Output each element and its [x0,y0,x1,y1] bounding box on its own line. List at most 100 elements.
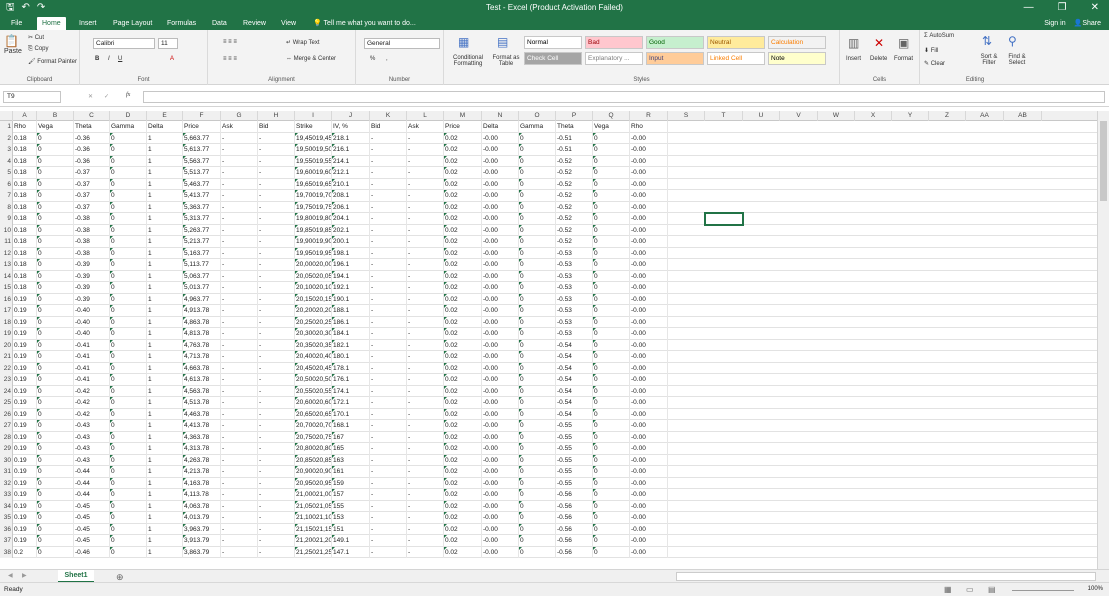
cell[interactable]: -0.00 [630,190,668,202]
cell[interactable]: -0.55 [556,454,593,466]
cell[interactable]: - [407,408,444,420]
cell[interactable]: 1 [147,500,183,512]
cell[interactable]: - [221,144,258,156]
cell[interactable]: - [370,489,407,501]
cell[interactable]: 0 [519,523,556,535]
cell[interactable]: 0 [593,201,630,213]
cell[interactable]: -0.53 [556,282,593,294]
cell[interactable]: 0 [593,512,630,524]
cell[interactable]: 157 [332,489,370,501]
cell[interactable]: Bid [370,121,407,133]
cell[interactable]: -0.52 [556,224,593,236]
cell[interactable]: -0.43 [74,443,110,455]
cell[interactable]: 172.1 [332,397,370,409]
cell[interactable]: 0.18 [13,282,37,294]
wrap-text-button[interactable]: ↵ Wrap Text [286,39,320,46]
cell[interactable]: - [407,305,444,317]
cell[interactable]: 194.1 [332,270,370,282]
column-header[interactable]: R [630,111,668,121]
cell[interactable]: - [407,339,444,351]
cell[interactable]: - [407,443,444,455]
cell[interactable]: 20,00020,000 [295,259,332,271]
cell[interactable]: -0.45 [74,512,110,524]
cell[interactable]: 20,30020,300 [295,328,332,340]
cell[interactable]: 0 [593,489,630,501]
cell[interactable]: 5,663.77 [183,132,221,144]
cell[interactable]: - [370,523,407,535]
cell[interactable]: -0.55 [556,443,593,455]
cell[interactable]: 1 [147,167,183,179]
cell[interactable]: - [407,132,444,144]
cell[interactable]: 0 [110,316,147,328]
cell[interactable]: 0 [110,477,147,489]
cell[interactable]: -0.00 [482,236,519,248]
cell[interactable]: 0 [593,305,630,317]
cell[interactable]: -0.00 [482,546,519,558]
cell[interactable]: 5,063.77 [183,270,221,282]
cell[interactable]: - [258,443,295,455]
cell[interactable]: -0.38 [74,224,110,236]
align-left-icon[interactable]: ≡ ≡ ≡ [223,56,237,62]
row-header[interactable]: 13 [0,259,13,271]
cell[interactable]: -0.52 [556,167,593,179]
cell[interactable]: 0.19 [13,293,37,305]
cell[interactable]: 19,80019,800 [295,213,332,225]
find-select-button[interactable]: Find & Select [1004,54,1030,66]
cell[interactable]: 0 [593,224,630,236]
cell[interactable]: 1 [147,420,183,432]
cell[interactable]: - [370,293,407,305]
tab-file[interactable]: File [6,17,27,30]
column-header[interactable]: A [13,111,37,121]
cell[interactable]: -0.56 [556,500,593,512]
cell[interactable]: -0.44 [74,466,110,478]
cell[interactable]: 20,10020,100 [295,282,332,294]
cell[interactable]: 20,15020,150 [295,293,332,305]
column-header[interactable]: F [183,111,221,121]
cell[interactable]: 1 [147,155,183,167]
cell[interactable]: - [258,178,295,190]
cell[interactable]: -0.00 [630,259,668,271]
cell[interactable]: 0.02 [444,420,482,432]
cell[interactable]: 5,163.77 [183,247,221,259]
cell[interactable]: 4,263.78 [183,454,221,466]
cell[interactable]: 1 [147,236,183,248]
cell[interactable]: -0.00 [482,144,519,156]
cell[interactable]: -0.55 [556,466,593,478]
cell[interactable]: 21,00021,000 [295,489,332,501]
cell[interactable]: - [221,224,258,236]
function-icon[interactable]: fx [126,92,130,98]
cell[interactable]: 0 [37,282,74,294]
cell[interactable]: -0.00 [482,374,519,386]
cell[interactable]: 0 [37,293,74,305]
cell[interactable]: 20,50020,500 [295,374,332,386]
cell[interactable]: 0 [110,213,147,225]
cell[interactable]: - [258,374,295,386]
cell[interactable]: 0 [110,431,147,443]
cell[interactable]: - [258,224,295,236]
cell[interactable]: - [258,201,295,213]
cell[interactable]: 0.02 [444,443,482,455]
italic-button[interactable]: I [108,56,110,62]
cell[interactable]: 0 [593,385,630,397]
cell[interactable]: 1 [147,431,183,443]
cell[interactable]: - [407,477,444,489]
cell[interactable]: 0.19 [13,305,37,317]
cell[interactable]: - [370,190,407,202]
row-header[interactable]: 1 [0,121,13,133]
cell[interactable]: 0.02 [444,385,482,397]
cell[interactable]: 0 [519,155,556,167]
cell[interactable]: 159 [332,477,370,489]
tab-formulas[interactable]: Formulas [162,17,201,30]
tab-review[interactable]: Review [238,17,271,30]
insert-cells-button[interactable]: Insert [846,56,861,62]
cell[interactable]: 165 [332,443,370,455]
column-header[interactable]: G [221,111,258,121]
cell[interactable]: 0 [519,477,556,489]
cell[interactable]: - [221,351,258,363]
worksheet-grid[interactable]: A B C D E F G H I J K L M N O P Q R S T U V W X Y Z AA AB 1 Rho Vega T… [0,111,1097,569]
cell[interactable]: 0.19 [13,362,37,374]
cell[interactable]: 184.1 [332,328,370,340]
cell[interactable]: 0.19 [13,431,37,443]
cell[interactable]: -0.53 [556,270,593,282]
cell[interactable]: 0 [593,374,630,386]
